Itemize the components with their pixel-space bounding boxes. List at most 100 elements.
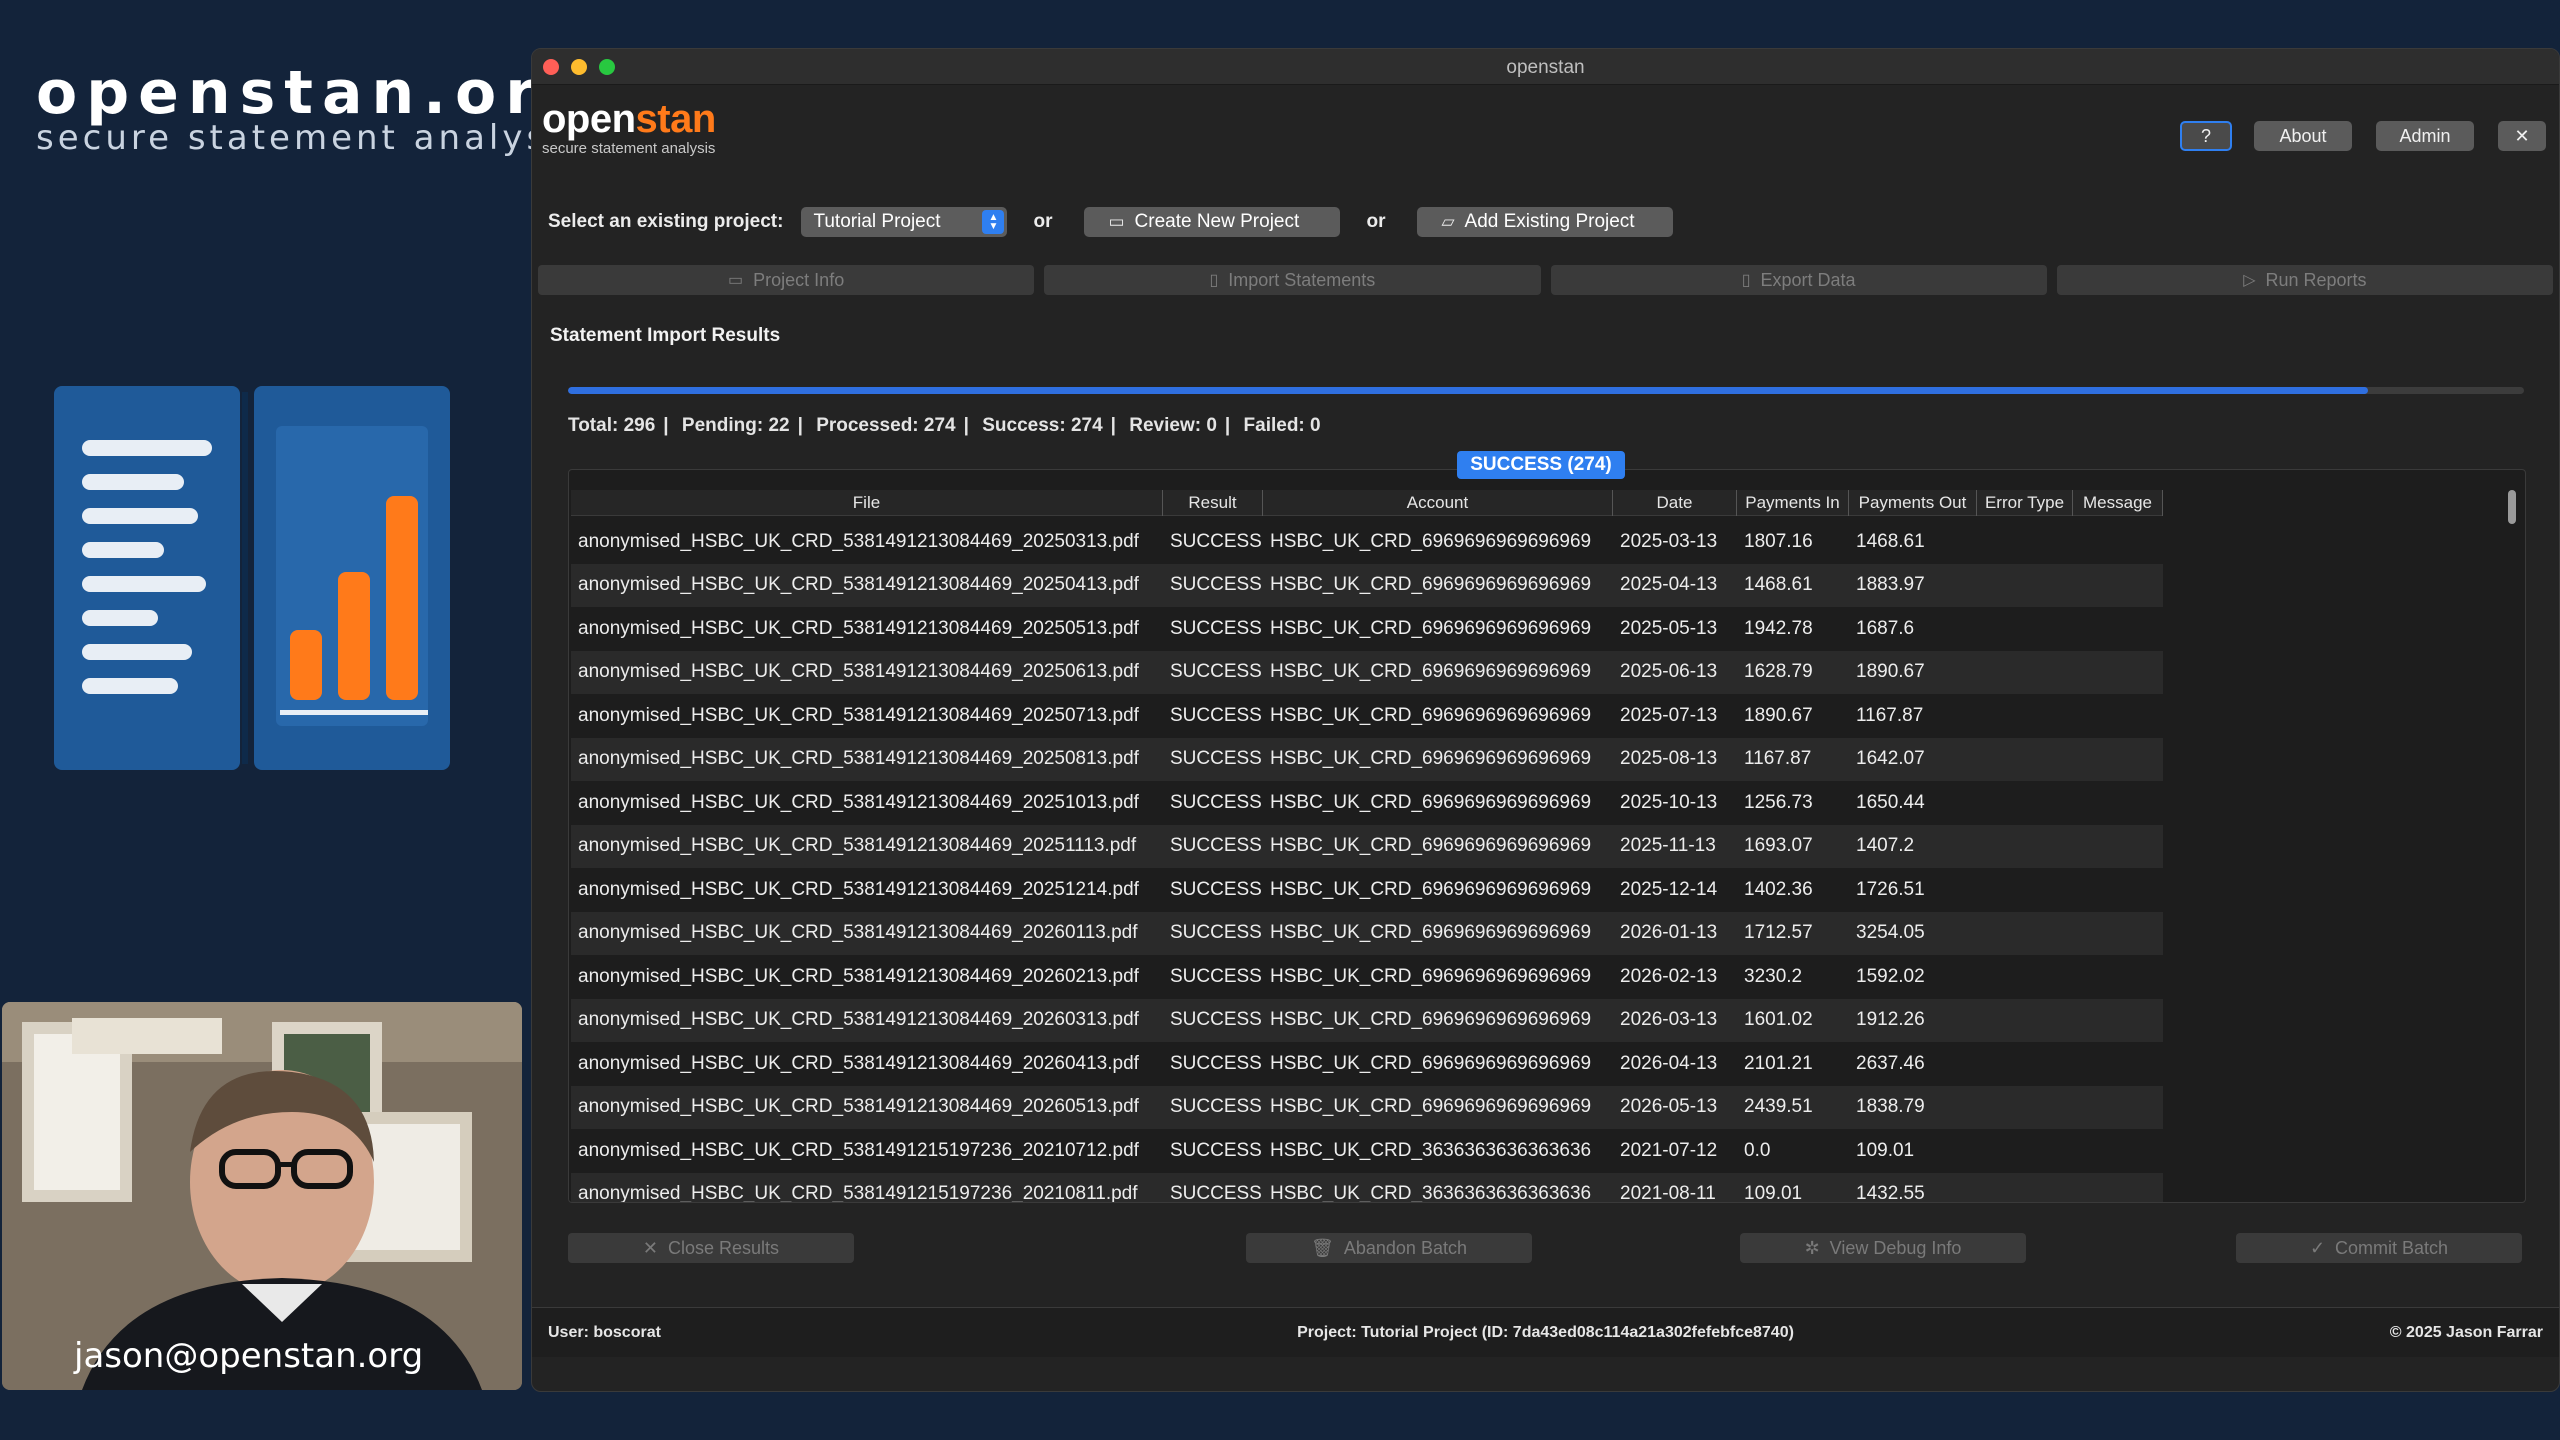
cell-date: 2021-08-11 (1620, 1183, 1716, 1203)
cell-payments-in: 1402.36 (1744, 878, 1813, 900)
header-col-file[interactable]: File (571, 490, 1163, 516)
commit-batch-button[interactable]: ✓ Commit Batch (2236, 1233, 2522, 1263)
tab-export-data[interactable]: ▯ Export Data (1550, 265, 2047, 295)
cell-result: SUCCESS (1170, 748, 1262, 770)
admin-button[interactable]: Admin (2376, 121, 2474, 151)
table-row[interactable]: anonymised_HSBC_UK_CRD_5381491213084469_… (571, 868, 2163, 912)
table-scrollbar[interactable] (2507, 490, 2517, 1190)
cell-payments-in: 2101.21 (1744, 1052, 1813, 1074)
cell-payments-out: 109.01 (1856, 1139, 1915, 1161)
add-existing-project-button[interactable]: ▱ Add Existing Project (1417, 207, 1674, 237)
cell-payments-out: 1687.6 (1856, 617, 1915, 639)
stat-total: Total: 296 (568, 415, 656, 436)
tab-run-reports[interactable]: ▷ Run Reports (2056, 265, 2553, 295)
document-import-icon: ▯ (1209, 272, 1219, 289)
cell-file: anonymised_HSBC_UK_CRD_5381491215197236_… (578, 1139, 1139, 1161)
tab-project-info[interactable]: ▭ Project Info (538, 265, 1035, 295)
webcam-feed (2, 1002, 522, 1390)
cell-payments-in: 1468.61 (1744, 574, 1813, 596)
app-logo-tagline: secure statement analysis (542, 140, 716, 157)
cell-payments-in: 109.01 (1744, 1183, 1803, 1203)
table-row[interactable]: anonymised_HSBC_UK_CRD_5381491215197236_… (571, 1129, 2163, 1173)
stat-failed: Failed: 0 (1243, 415, 1321, 436)
cell-file: anonymised_HSBC_UK_CRD_5381491213084469_… (578, 1096, 1139, 1118)
cell-account: HSBC_UK_CRD_6969696969696969 (1270, 1096, 1592, 1118)
header-col-message[interactable]: Message (2073, 490, 2163, 516)
project-select[interactable]: Tutorial Project ▲ ▼ (801, 207, 1008, 237)
table-row[interactable]: anonymised_HSBC_UK_CRD_5381491213084469_… (571, 1042, 2163, 1086)
cell-payments-out: 1650.44 (1856, 791, 1925, 813)
cell-payments-out: 1838.79 (1856, 1096, 1925, 1118)
close-icon: ✕ (642, 1237, 659, 1258)
cell-date: 2025-04-13 (1620, 574, 1718, 596)
table-row[interactable]: anonymised_HSBC_UK_CRD_5381491215197236_… (571, 1172, 2163, 1203)
cell-account: HSBC_UK_CRD_6969696969696969 (1270, 791, 1592, 813)
view-debug-info-button[interactable]: ✲ View Debug Info (1740, 1233, 2026, 1263)
header-col-payments-out[interactable]: Payments Out (1849, 490, 1977, 516)
bug-icon: ✲ (1804, 1237, 1820, 1258)
cell-payments-out: 1592.02 (1856, 965, 1925, 987)
cell-result: SUCCESS (1170, 704, 1262, 726)
cell-payments-in: 1693.07 (1744, 835, 1813, 857)
table-row[interactable]: anonymised_HSBC_UK_CRD_5381491213084469_… (571, 737, 2163, 781)
cell-account: HSBC_UK_CRD_6969696969696969 (1270, 922, 1592, 944)
cell-result: SUCCESS (1170, 617, 1262, 639)
about-button[interactable]: About (2254, 121, 2352, 151)
cell-date: 2025-08-13 (1620, 748, 1718, 770)
header-col-error-type[interactable]: Error Type (1977, 490, 2073, 516)
cell-payments-in: 1942.78 (1744, 617, 1813, 639)
cell-file: anonymised_HSBC_UK_CRD_5381491215197236_… (578, 1183, 1138, 1203)
table-row[interactable]: anonymised_HSBC_UK_CRD_5381491213084469_… (571, 650, 2163, 694)
abandon-batch-button[interactable]: 🗑 Abandon Batch (1246, 1233, 1532, 1263)
stat-success: Success: 274 (982, 415, 1103, 436)
success-filter-tab[interactable]: SUCCESS (274) (1457, 451, 1625, 479)
close-app-button[interactable]: ✕ (2498, 121, 2546, 151)
cell-payments-in: 1167.87 (1744, 748, 1812, 770)
close-results-button[interactable]: ✕ Close Results (568, 1233, 854, 1263)
cell-account: HSBC_UK_CRD_3636363636363636 (1270, 1183, 1592, 1203)
status-bar: User: boscorat Project: Tutorial Project… (532, 1307, 2559, 1357)
checkmark-icon: ✓ (2309, 1237, 2326, 1258)
tab-project-info-label: Project Info (753, 269, 845, 290)
table-body: anonymised_HSBC_UK_CRD_5381491213084469_… (571, 520, 2163, 1203)
cell-account: HSBC_UK_CRD_6969696969696969 (1270, 965, 1592, 987)
table-row[interactable]: anonymised_HSBC_UK_CRD_5381491213084469_… (571, 911, 2163, 955)
cell-payments-out: 1912.26 (1856, 1009, 1925, 1031)
cell-payments-in: 3230.2 (1744, 965, 1803, 987)
help-button[interactable]: ? (2180, 121, 2232, 151)
header-col-account[interactable]: Account (1263, 490, 1613, 516)
tab-import-statements[interactable]: ▯ Import Statements (1044, 265, 1541, 295)
create-new-project-button[interactable]: ▭ Create New Project (1084, 207, 1341, 237)
header-col-payments-in[interactable]: Payments In (1737, 490, 1849, 516)
cell-date: 2025-07-13 (1620, 704, 1718, 726)
table-row[interactable]: anonymised_HSBC_UK_CRD_5381491213084469_… (571, 955, 2163, 999)
cell-account: HSBC_UK_CRD_3636363636363636 (1270, 1139, 1592, 1161)
table-row[interactable]: anonymised_HSBC_UK_CRD_5381491213084469_… (571, 824, 2163, 868)
cell-payments-out: 1726.51 (1856, 878, 1925, 900)
cell-account: HSBC_UK_CRD_6969696969696969 (1270, 1009, 1592, 1031)
cell-file: anonymised_HSBC_UK_CRD_5381491213084469_… (578, 1009, 1139, 1031)
table-row[interactable]: anonymised_HSBC_UK_CRD_5381491213084469_… (571, 694, 2163, 738)
table-row[interactable]: anonymised_HSBC_UK_CRD_5381491213084469_… (571, 607, 2163, 651)
add-existing-project-label: Add Existing Project (1464, 211, 1635, 232)
cell-file: anonymised_HSBC_UK_CRD_5381491213084469_… (578, 530, 1139, 552)
table-row[interactable]: anonymised_HSBC_UK_CRD_5381491213084469_… (571, 520, 2163, 564)
close-results-label: Close Results (668, 1237, 780, 1258)
abandon-batch-label: Abandon Batch (1343, 1237, 1467, 1258)
scrollbar-thumb[interactable] (2508, 490, 2516, 524)
stat-pending: Pending: 22 (681, 415, 790, 436)
header-col-result[interactable]: Result (1163, 490, 1263, 516)
header-col-date[interactable]: Date (1613, 490, 1737, 516)
table-row[interactable]: anonymised_HSBC_UK_CRD_5381491213084469_… (571, 1085, 2163, 1129)
stat-review: Review: 0 (1129, 415, 1217, 436)
app-logo-stan: stan (635, 97, 717, 141)
table-row[interactable]: anonymised_HSBC_UK_CRD_5381491213084469_… (571, 563, 2163, 607)
table-row[interactable]: anonymised_HSBC_UK_CRD_5381491213084469_… (571, 781, 2163, 825)
or-label-2: or (1366, 211, 1386, 232)
cell-result: SUCCESS (1170, 1183, 1262, 1203)
table-header: File Result Account Date Payments In Payments… (571, 490, 2163, 516)
table-row[interactable]: anonymised_HSBC_UK_CRD_5381491213084469_… (571, 998, 2163, 1042)
cell-account: HSBC_UK_CRD_6969696969696969 (1270, 574, 1592, 596)
folder-plus-icon: ▱ (1441, 212, 1455, 231)
status-project: Project: Tutorial Project (ID: 7da43ed08… (1297, 1324, 1794, 1341)
